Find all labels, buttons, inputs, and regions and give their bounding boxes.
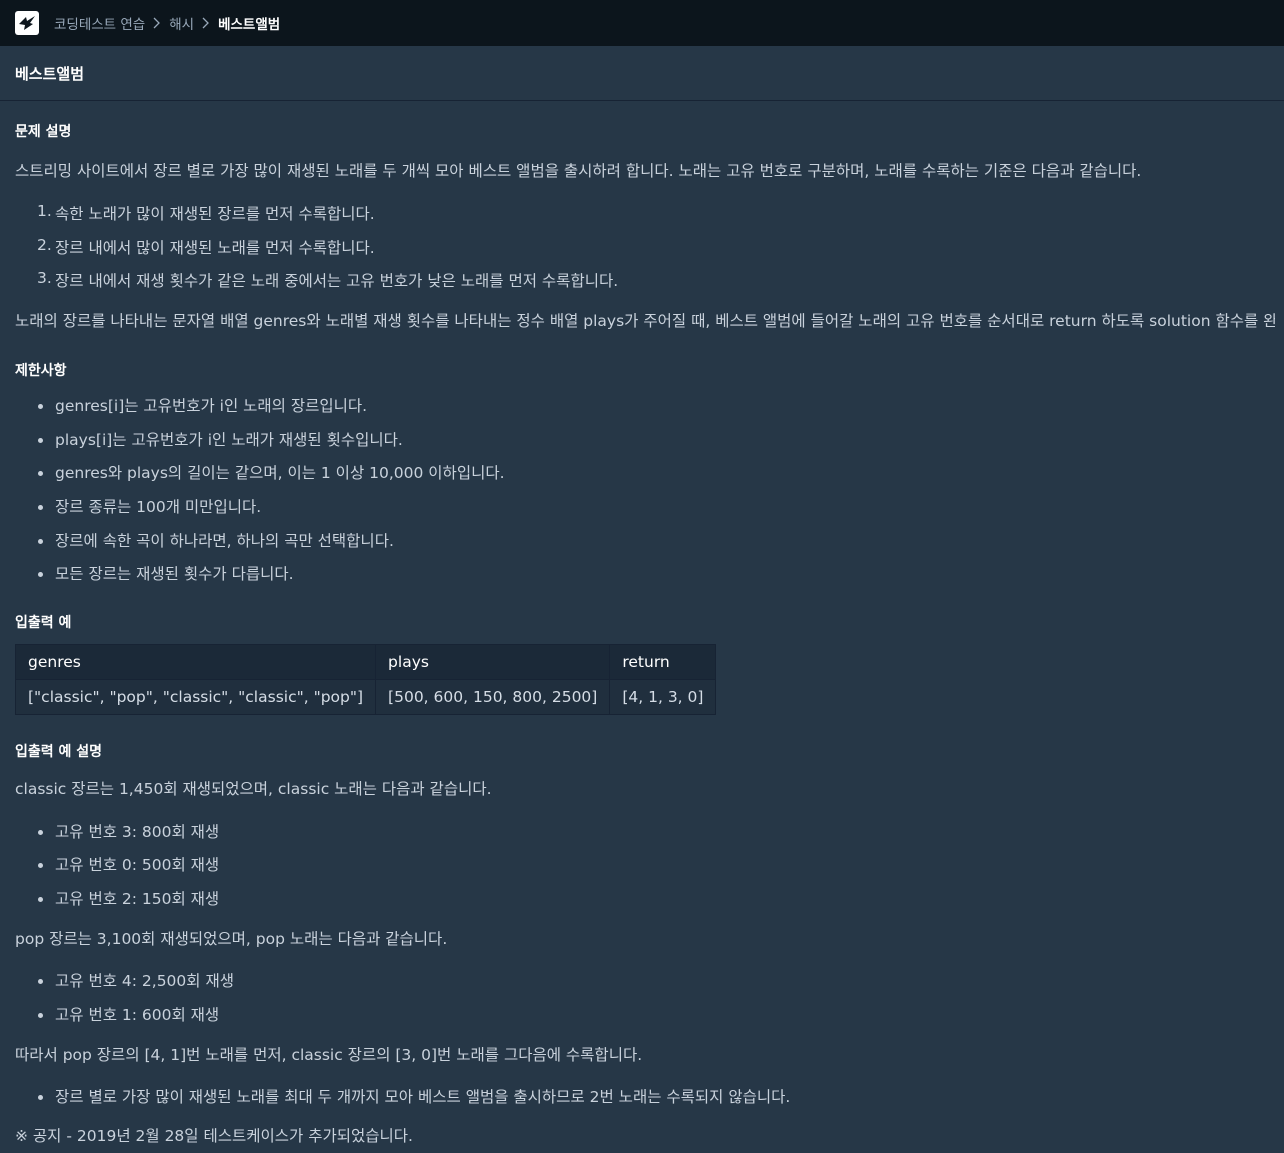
classic-item: 고유 번호 0: 500회 재생 (55, 856, 220, 874)
table-cell-genres: ["classic", "pop", "classic", "classic",… (14, 679, 377, 715)
io-explanation-heading: 입출력 예 설명 (15, 744, 103, 760)
bullet-dot (38, 505, 43, 510)
table-header-row: genres plays return (14, 644, 717, 680)
constraints-heading: 제한사항 (15, 363, 67, 379)
rule-item: 장르 내에서 많이 재생된 노래를 먼저 수록합니다. (55, 239, 375, 257)
column-header-plays: plays (375, 644, 611, 680)
breadcrumb-current: 베스트앨범 (218, 17, 281, 33)
bullet-dot (38, 539, 43, 544)
breadcrumb-coding-test[interactable]: 코딩테스트 연습 (54, 13, 145, 33)
classic-item: 고유 번호 3: 800회 재생 (55, 823, 220, 841)
problem-description: 문제 설명 스트리밍 사이트에서 장르 별로 가장 많이 재생된 노래를 두 개… (0, 101, 1275, 1151)
notice-text: ※ 공지 - 2019년 2월 28일 테스트케이스가 추가되었습니다. (15, 1127, 413, 1145)
table-cell-return: [4, 1, 3, 0] (609, 679, 717, 715)
constraint-item: 장르에 속한 곡이 하나라면, 하나의 곡만 선택합니다. (55, 532, 394, 550)
bullet-dot (38, 897, 43, 902)
list-number: 1. (37, 202, 52, 220)
constraint-item: plays[i]는 고유번호가 i인 노래가 재생된 횟수입니다. (55, 431, 403, 449)
pop-text: pop 장르는 3,100회 재생되었으며, pop 노래는 다음과 같습니다. (15, 930, 448, 948)
page-title: 베스트앨범 (0, 46, 1284, 101)
pop-item: 고유 번호 4: 2,500회 재생 (55, 972, 234, 990)
rule-item: 속한 노래가 많이 재생된 장르를 먼저 수록합니다. (55, 205, 375, 223)
chevron-right-icon (199, 16, 213, 30)
classic-text: classic 장르는 1,450회 재생되었으며, classic 노래는 다… (15, 780, 492, 798)
bullet-dot (38, 1013, 43, 1018)
bullet-dot (38, 572, 43, 577)
list-number: 3. (37, 269, 52, 287)
constraint-item: genres와 plays의 길이는 같으며, 이는 1 이상 10,000 이… (55, 464, 505, 482)
constraint-item: 모든 장르는 재생된 횟수가 다릅니다. (55, 565, 294, 583)
task-text: 노래의 장르를 나타내는 문자열 배열 genres와 노래별 재생 횟수를 나… (15, 312, 1275, 330)
top-navigation-bar: 코딩테스트 연습 해시 베스트앨범 (0, 0, 1284, 46)
bullet-dot (38, 1095, 43, 1100)
table-row: ["classic", "pop", "classic", "classic",… (14, 679, 717, 715)
list-number: 2. (37, 236, 52, 254)
conclusion-text: 따라서 pop 장르의 [4, 1]번 노래를 먼저, classic 장르의 … (15, 1046, 643, 1064)
table-cell-plays: [500, 600, 150, 800, 2500] (375, 679, 611, 715)
constraint-item: genres[i]는 고유번호가 i인 노래의 장르입니다. (55, 397, 368, 415)
bullet-dot (38, 438, 43, 443)
pop-item: 고유 번호 1: 600회 재생 (55, 1006, 220, 1024)
intro-text: 스트리밍 사이트에서 장르 별로 가장 많이 재생된 노래를 두 개씩 모아 베… (15, 162, 1142, 180)
chevron-right-icon (150, 16, 164, 30)
bullet-dot (38, 830, 43, 835)
bullet-dot (38, 863, 43, 868)
io-example-table: genres plays return ["classic", "pop", "… (14, 644, 717, 715)
bullet-dot (38, 404, 43, 409)
breadcrumb-hash[interactable]: 해시 (169, 13, 194, 33)
classic-item: 고유 번호 2: 150회 재생 (55, 890, 220, 908)
problem-heading: 문제 설명 (15, 124, 72, 140)
programmers-logo-icon[interactable] (15, 11, 39, 35)
bullet-dot (38, 979, 43, 984)
bullet-dot (38, 471, 43, 476)
conclusion-item: 장르 별로 가장 많이 재생된 노래를 최대 두 개까지 모아 베스트 앨범을 … (55, 1088, 791, 1106)
constraint-item: 장르 종류는 100개 미만입니다. (55, 498, 262, 516)
io-heading: 입출력 예 (15, 615, 72, 631)
column-header-return: return (609, 644, 717, 680)
column-header-genres: genres (14, 644, 377, 680)
rule-item: 장르 내에서 재생 횟수가 같은 노래 중에서는 고유 번호가 낮은 노래를 먼… (55, 272, 619, 290)
